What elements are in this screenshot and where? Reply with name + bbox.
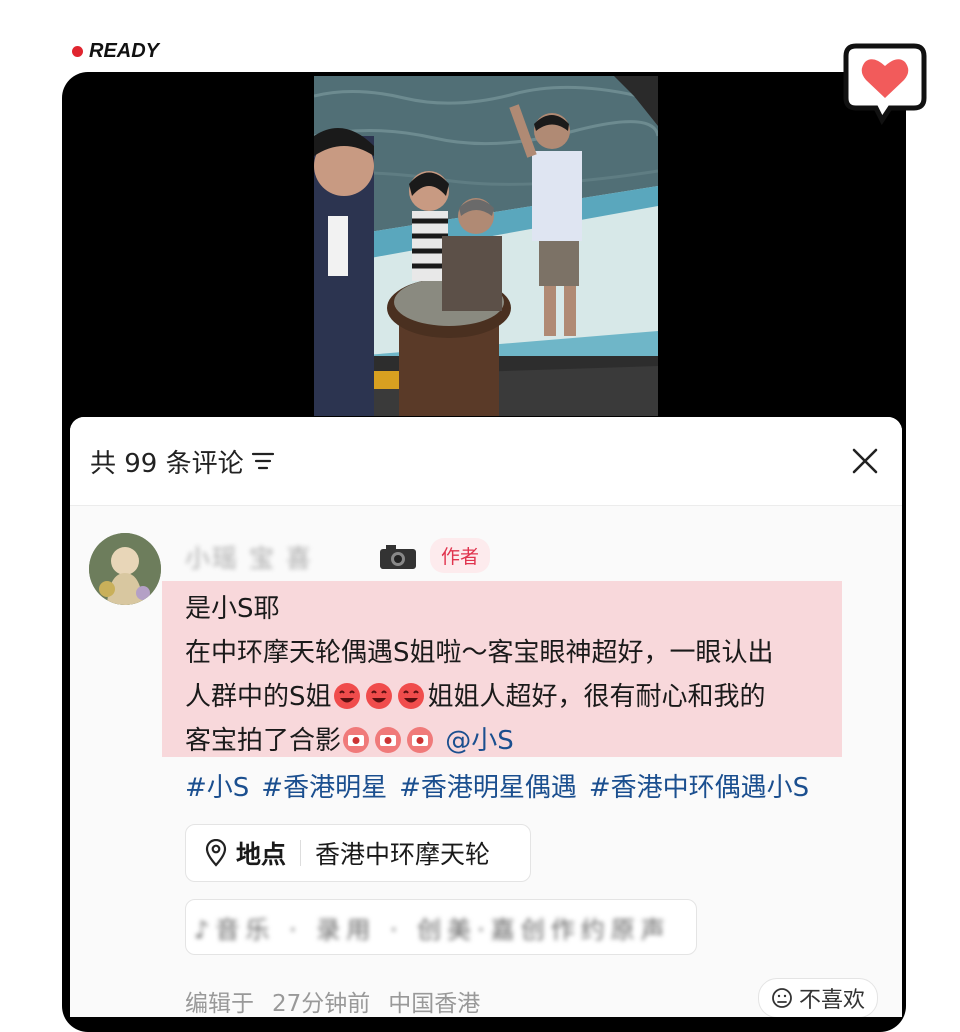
- comments-sheet: 共 99 条评论 小瑶 宝 喜 作者 是小S耶 在中环摩天轮偶遇S姐啦～客宝眼神…: [70, 417, 902, 1017]
- comment-line-1: 是小S耶: [185, 594, 280, 624]
- location-chip[interactable]: 地点 香港中环摩天轮: [185, 824, 531, 882]
- frown-face-icon: [772, 988, 792, 1008]
- laughing-face-emoji-icon: [333, 683, 360, 709]
- close-button[interactable]: [848, 444, 882, 478]
- close-icon: [852, 448, 878, 474]
- hashtag-list: #小S #香港明星 #香港明星偶遇 #香港中环偶遇小S: [185, 767, 809, 804]
- laughing-face-emoji-icon: [397, 683, 424, 709]
- recording-dot-icon: [72, 46, 83, 57]
- laughing-face-emoji-icon: [365, 683, 392, 709]
- location-value: 香港中环摩天轮: [315, 840, 491, 869]
- hashtag[interactable]: #小S: [185, 767, 249, 804]
- camera-face-emoji-icon: [407, 727, 434, 753]
- comment-meta: 编辑于 27分钟前 中国香港: [185, 984, 480, 1017]
- ready-status: READY: [72, 40, 159, 63]
- comments-header: 共 99 条评论: [70, 417, 902, 506]
- edited-time: 27分钟前: [272, 991, 371, 1017]
- dislike-label: 不喜欢: [799, 988, 866, 1013]
- comment-line-2: 在中环摩天轮偶遇S姐啦～客宝眼神超好，一眼认出: [185, 638, 774, 668]
- camera-face-emoji-icon: [375, 727, 402, 753]
- camera-icon: [380, 545, 416, 569]
- comment-line-4: 客宝拍了合影 @小S: [185, 719, 885, 763]
- filter-lines-icon[interactable]: [250, 450, 276, 472]
- avatar[interactable]: [89, 533, 161, 605]
- music-text: ♪音乐 · 录用 · 创美·嘉创作约原声: [194, 915, 671, 944]
- comment-line-3: 人群中的S姐 姐姐人超好，很有耐心和我的: [185, 675, 885, 719]
- username[interactable]: 小瑶 宝 喜: [185, 539, 313, 575]
- comment-body[interactable]: 是小S耶 在中环摩天轮偶遇S姐啦～客宝眼神超好，一眼认出 人群中的S姐 姐姐人超好…: [185, 587, 885, 763]
- video-player[interactable]: [314, 76, 658, 416]
- hashtag[interactable]: #香港明星偶遇: [399, 767, 577, 804]
- edited-label: 编辑于: [185, 991, 254, 1017]
- dislike-button[interactable]: 不喜欢: [758, 978, 879, 1017]
- mention-link[interactable]: @小S: [445, 726, 514, 756]
- music-chip[interactable]: ♪音乐 · 录用 · 创美·嘉创作约原声: [185, 899, 697, 955]
- location-pin-icon: [205, 839, 227, 867]
- comment-line-4-text: 客宝拍了合影: [185, 726, 342, 756]
- comments-count-title: 共 99 条评论: [90, 448, 244, 479]
- author-badge: 作者: [430, 538, 491, 573]
- edited-location: 中国香港: [388, 991, 481, 1017]
- hashtag[interactable]: #香港明星: [261, 767, 387, 804]
- comment-line-3-text: 人群中的S姐: [185, 682, 332, 712]
- camera-face-emoji-icon: [343, 727, 370, 753]
- heart-speech-bubble-icon[interactable]: [842, 40, 928, 126]
- comments-title-group[interactable]: 共 99 条评论: [90, 443, 276, 480]
- ready-label: READY: [89, 40, 160, 62]
- comment-line-3b-text: 姐姐人超好，很有耐心和我的: [427, 682, 766, 712]
- location-label: 地点: [236, 840, 287, 869]
- hashtag[interactable]: #香港中环偶遇小S: [589, 767, 809, 804]
- location-divider: [300, 840, 302, 866]
